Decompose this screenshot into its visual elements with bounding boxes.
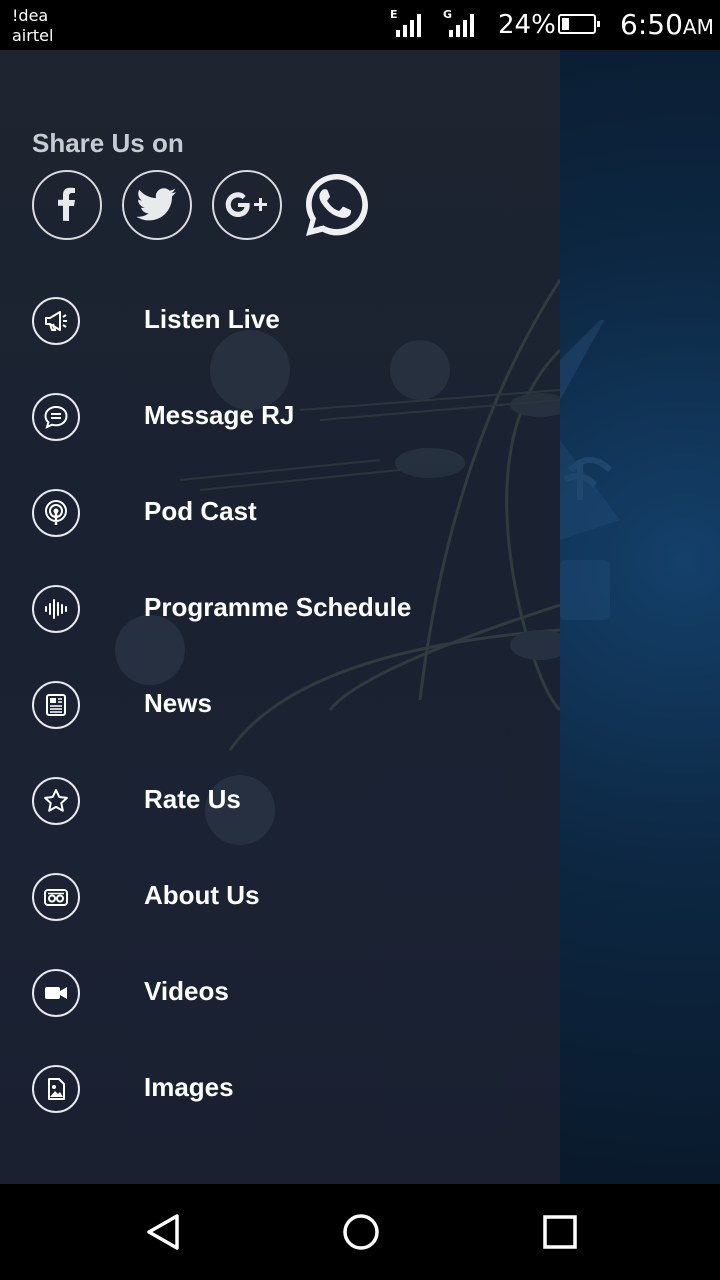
google-plus-icon — [225, 192, 267, 217]
home-icon[interactable] — [341, 1212, 381, 1252]
star-icon — [32, 777, 80, 825]
navigation-drawer: Share Us on Listen Live Message RJ Pod C… — [0, 50, 560, 1184]
twitter-share-button[interactable] — [122, 170, 192, 240]
signal-strength-icon: E — [390, 8, 426, 40]
signal-strength-icon: G — [443, 8, 479, 40]
newspaper-icon — [32, 681, 80, 729]
menu-item-rate-us[interactable]: Rate Us — [0, 753, 560, 849]
menu-label: Pod Cast — [144, 496, 257, 526]
menu-item-news[interactable]: News — [0, 657, 560, 753]
menu-item-pod-cast[interactable]: Pod Cast — [0, 465, 560, 561]
radio-icon — [32, 873, 80, 921]
menu-item-images[interactable]: Images — [0, 1041, 560, 1137]
google-plus-share-button[interactable] — [212, 170, 282, 240]
podcast-icon — [32, 489, 80, 537]
station-logo-icon — [560, 320, 620, 620]
menu-label: Images — [144, 1072, 234, 1102]
share-title: Share Us on — [32, 128, 184, 158]
back-icon[interactable] — [143, 1212, 183, 1252]
carrier-2: airtel — [12, 26, 54, 45]
battery-icon — [558, 14, 600, 34]
clock: 6:50AM — [620, 8, 714, 41]
chat-bubble-icon — [32, 393, 80, 441]
menu-item-videos[interactable]: Videos — [0, 945, 560, 1041]
recent-apps-icon[interactable] — [540, 1212, 580, 1252]
clock-suffix: AM — [682, 15, 714, 39]
menu-label: Rate Us — [144, 784, 241, 814]
facebook-share-button[interactable] — [32, 170, 102, 240]
whatsapp-icon — [306, 174, 368, 236]
menu-item-listen-live[interactable]: Listen Live — [0, 273, 560, 369]
menu-item-about-us[interactable]: About Us — [0, 849, 560, 945]
clock-time: 6:50 — [620, 8, 683, 41]
carrier-1: !dea — [12, 6, 49, 25]
menu-label: Programme Schedule — [144, 592, 412, 622]
whatsapp-share-button[interactable] — [302, 170, 372, 240]
menu-label: Listen Live — [144, 304, 280, 334]
image-icon — [32, 1065, 80, 1113]
facebook-icon — [58, 187, 75, 221]
battery-percent: 24% — [498, 10, 556, 40]
menu-label: Message RJ — [144, 400, 295, 430]
system-navigation-bar — [0, 1184, 720, 1280]
menu-item-message-rj[interactable]: Message RJ — [0, 369, 560, 465]
status-bar: !dea airtel E G 24% 6:50AM — [0, 0, 720, 50]
megaphone-icon — [32, 297, 80, 345]
video-camera-icon — [32, 969, 80, 1017]
waveform-icon — [32, 585, 80, 633]
twitter-icon — [136, 188, 176, 221]
menu-label: About Us — [144, 880, 260, 910]
carrier-label: !dea airtel — [12, 6, 53, 46]
menu-item-programme-schedule[interactable]: Programme Schedule — [0, 561, 560, 657]
menu-label: News — [144, 688, 212, 718]
menu-label: Videos — [144, 976, 229, 1006]
